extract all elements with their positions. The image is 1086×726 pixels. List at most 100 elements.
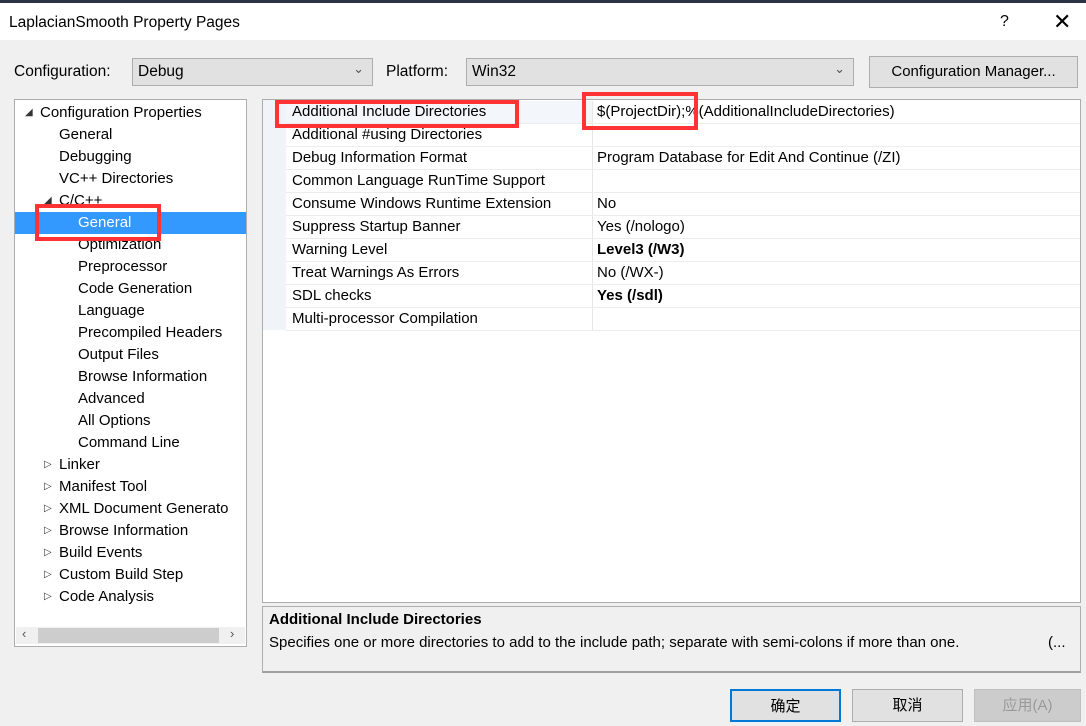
property-row[interactable]: Suppress Startup Banner Yes (/nologo) xyxy=(286,216,1080,239)
tree-item-label: All Options xyxy=(78,412,151,429)
platform-dropdown[interactable]: Win32 ⌄ xyxy=(466,58,854,86)
property-value[interactable] xyxy=(592,170,1080,192)
description-more: (... xyxy=(1048,634,1066,651)
tree-item-label: Advanced xyxy=(78,390,145,407)
tree-item-label: Command Line xyxy=(78,434,180,451)
configuration-dropdown[interactable]: Debug ⌄ xyxy=(132,58,373,86)
tree-item-label: Custom Build Step xyxy=(59,566,184,583)
tree-item[interactable]: ▷ Linker xyxy=(15,454,246,476)
chevron-down-icon: ⌄ xyxy=(834,61,845,76)
property-tree[interactable]: ◢ Configuration Properties General Debuggin… xyxy=(14,99,247,647)
tree-item-label: Linker xyxy=(59,456,100,473)
property-row[interactable]: SDL checks Yes (/sdl) xyxy=(286,285,1080,308)
tree-item-label: Preprocessor xyxy=(78,258,168,275)
tree-item-label: Build Events xyxy=(59,544,143,561)
property-name: Treat Warnings As Errors xyxy=(292,264,460,281)
cancel-button[interactable]: 取消 xyxy=(852,689,963,722)
property-name: Warning Level xyxy=(292,241,388,258)
collapsed-arrow-icon[interactable]: ▷ xyxy=(44,454,52,476)
configuration-value: Debug xyxy=(138,63,184,80)
configuration-label: Configuration: xyxy=(14,63,111,80)
platform-value: Win32 xyxy=(472,63,516,80)
property-name: Common Language RunTime Support xyxy=(292,172,545,189)
tree-item[interactable]: ▷ Build Events xyxy=(15,542,246,564)
property-name: Debug Information Format xyxy=(292,149,468,166)
tree-item[interactable]: Browse Information xyxy=(15,366,246,388)
tree-item-label: Browse Information xyxy=(59,522,189,539)
tree-item-label: Configuration Properties xyxy=(40,104,202,121)
property-name: Multi-processor Compilation xyxy=(292,310,478,327)
tree-item[interactable]: ▷ Browse Information xyxy=(15,520,246,542)
title-bar: LaplacianSmooth Property Pages ? ✕ xyxy=(0,3,1086,40)
tree-item[interactable]: Precompiled Headers xyxy=(15,322,246,344)
tree-item[interactable]: Debugging xyxy=(15,146,246,168)
property-value[interactable]: Program Database for Edit And Continue (… xyxy=(592,147,1080,169)
tree-item[interactable]: ▷ XML Document Generato xyxy=(15,498,246,520)
tree-item[interactable]: Command Line xyxy=(15,432,246,454)
tree-item-label: XML Document Generato xyxy=(59,500,229,517)
highlight-box-property xyxy=(275,100,519,128)
apply-button[interactable]: 应用(A) xyxy=(974,689,1081,722)
tree-item[interactable]: ◢ Configuration Properties xyxy=(15,102,246,124)
grid-gutter xyxy=(263,100,286,330)
help-button[interactable]: ? xyxy=(1000,13,1009,31)
collapsed-arrow-icon[interactable]: ▷ xyxy=(44,586,52,608)
tree-item-label: Code Analysis xyxy=(59,588,155,605)
tree-item[interactable]: General xyxy=(15,124,246,146)
property-row[interactable]: Multi-processor Compilation xyxy=(286,308,1080,331)
tree-item[interactable]: Advanced xyxy=(15,388,246,410)
description-text: Specifies one or more directories to add… xyxy=(269,634,960,651)
tree-item[interactable]: VC++ Directories xyxy=(15,168,246,190)
configuration-manager-button[interactable]: Configuration Manager... xyxy=(869,56,1078,88)
collapsed-arrow-icon[interactable]: ▷ xyxy=(44,498,52,520)
tree-item-label: Code Generation xyxy=(78,280,193,297)
tree-item[interactable]: ▷ Code Analysis xyxy=(15,586,246,608)
platform-label: Platform: xyxy=(386,63,449,80)
collapsed-arrow-icon[interactable]: ▷ xyxy=(44,564,52,586)
tree-item-label: General xyxy=(59,126,113,143)
tree-item[interactable]: Language xyxy=(15,300,246,322)
scroll-left-icon[interactable]: ‹ xyxy=(22,626,26,641)
tree-item-label: Browse Information xyxy=(78,368,208,385)
property-value[interactable]: Yes (/sdl) xyxy=(592,285,1080,307)
property-row[interactable]: Warning Level Level3 (/W3) xyxy=(286,239,1080,262)
tree-item-label: VC++ Directories xyxy=(59,170,174,187)
property-value[interactable] xyxy=(592,308,1080,330)
property-value[interactable]: Level3 (/W3) xyxy=(592,239,1080,261)
horizontal-scrollbar[interactable]: ‹ › xyxy=(16,626,245,644)
expanded-arrow-icon[interactable]: ◢ xyxy=(25,102,33,124)
scrollbar-thumb[interactable] xyxy=(38,628,219,643)
property-row[interactable]: Common Language RunTime Support xyxy=(286,170,1080,193)
tree-item-label: Output Files xyxy=(78,346,159,363)
property-value[interactable]: Yes (/nologo) xyxy=(592,216,1080,238)
tree-item-label: Precompiled Headers xyxy=(78,324,223,341)
property-grid[interactable]: Additional Include Directories $(ProjectD… xyxy=(262,99,1081,603)
property-value[interactable]: No (/WX-) xyxy=(592,262,1080,284)
property-name: Consume Windows Runtime Extension xyxy=(292,195,552,212)
tree-item[interactable]: ▷ Custom Build Step xyxy=(15,564,246,586)
collapsed-arrow-icon[interactable]: ▷ xyxy=(44,520,52,542)
property-row[interactable]: Treat Warnings As Errors No (/WX-) xyxy=(286,262,1080,285)
scroll-right-icon[interactable]: › xyxy=(230,626,234,641)
property-value[interactable]: No xyxy=(592,193,1080,215)
tree-item[interactable]: Output Files xyxy=(15,344,246,366)
highlight-box-tree xyxy=(35,204,161,241)
tree-item-label: Debugging xyxy=(59,148,132,165)
collapsed-arrow-icon[interactable]: ▷ xyxy=(44,476,52,498)
chevron-down-icon: ⌄ xyxy=(353,61,364,76)
property-name: Suppress Startup Banner xyxy=(292,218,461,235)
window-title: LaplacianSmooth Property Pages xyxy=(9,14,240,31)
tree-item[interactable]: ▷ Manifest Tool xyxy=(15,476,246,498)
tree-item[interactable]: All Options xyxy=(15,410,246,432)
close-button[interactable]: ✕ xyxy=(1053,9,1071,35)
highlight-box-value xyxy=(582,92,698,130)
property-row[interactable]: Debug Information Format Program Database… xyxy=(286,147,1080,170)
tree-item-label: Manifest Tool xyxy=(59,478,148,495)
tree-item[interactable]: Code Generation xyxy=(15,278,246,300)
ok-button[interactable]: 确定 xyxy=(730,689,841,722)
property-name: SDL checks xyxy=(292,287,372,304)
property-row[interactable]: Consume Windows Runtime Extension No xyxy=(286,193,1080,216)
description-title: Additional Include Directories xyxy=(269,611,482,628)
collapsed-arrow-icon[interactable]: ▷ xyxy=(44,542,52,564)
tree-item[interactable]: Preprocessor xyxy=(15,256,246,278)
